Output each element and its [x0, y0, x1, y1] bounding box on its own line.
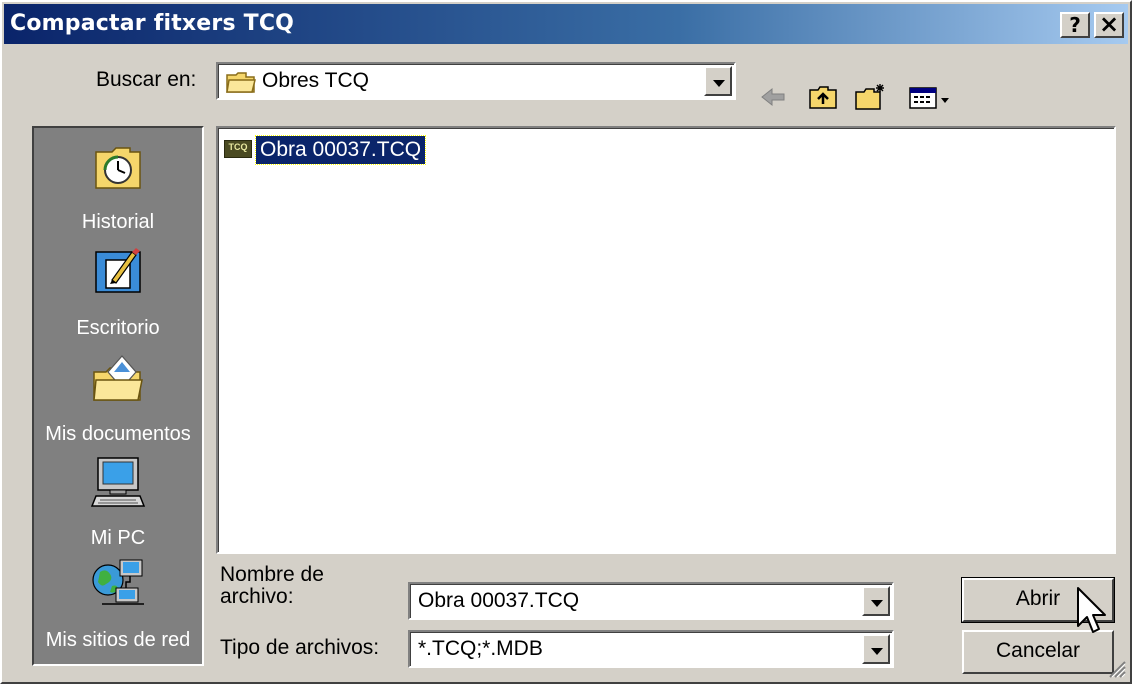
place-network-label: Mis sitios de red	[45, 629, 191, 651]
places-bar: Historial Escritorio Mis documentos Mi P…	[32, 126, 204, 666]
file-list[interactable]: TCQ Obra 00037.TCQ	[216, 126, 1116, 554]
filename-combo[interactable]: Obra 00037.TCQ	[408, 582, 894, 620]
chevron-down-icon	[713, 80, 725, 87]
filename-label-line1: Nombre de	[220, 563, 324, 586]
filename-input[interactable]: Obra 00037.TCQ	[418, 589, 579, 613]
chevron-down-icon	[871, 648, 883, 655]
place-my-computer[interactable]: Mi PC	[34, 450, 202, 554]
place-desktop-label: Escritorio	[76, 317, 160, 339]
up-folder-icon[interactable]	[808, 82, 838, 112]
place-my-documents-label: Mis documentos	[45, 423, 191, 445]
filename-label-line2: archivo:	[220, 585, 294, 608]
my-computer-icon	[90, 456, 146, 508]
look-in-value: Obres TCQ	[262, 69, 369, 92]
title-bar[interactable]: Compactar fitxers TCQ ? ×	[4, 4, 1128, 44]
mouse-cursor-icon	[1076, 586, 1108, 638]
filetype-dropdown-button[interactable]	[862, 634, 890, 664]
place-history-label: Historial	[81, 211, 155, 233]
close-button[interactable]: ×	[1094, 12, 1124, 38]
file-name[interactable]: Obra 00037.TCQ	[254, 135, 427, 165]
place-my-documents[interactable]: Mis documentos	[34, 346, 202, 450]
resize-grip-icon[interactable]	[1106, 658, 1126, 678]
place-desktop[interactable]: Escritorio	[34, 240, 202, 344]
filetype-combo[interactable]: *.TCQ;*.MDB	[408, 630, 894, 668]
filetype-label: Tipo de archivos:	[220, 636, 380, 659]
window-title: Compactar fitxers TCQ	[10, 11, 295, 36]
folder-icon	[226, 70, 256, 94]
desktop-icon	[90, 246, 146, 298]
history-icon	[90, 140, 146, 192]
chevron-down-icon	[871, 600, 883, 607]
look-in-dropdown-button[interactable]	[704, 66, 732, 96]
file-open-dialog: Compactar fitxers TCQ ? × Buscar en: Obr…	[0, 0, 1132, 684]
tcq-file-icon: TCQ	[224, 140, 252, 158]
help-button[interactable]: ?	[1060, 12, 1090, 38]
place-history[interactable]: Historial	[34, 134, 202, 238]
filename-label: Nombre de archivo:	[220, 564, 324, 608]
look-in-label: Buscar en:	[96, 68, 197, 91]
place-my-computer-label: Mi PC	[90, 527, 146, 549]
new-folder-icon[interactable]	[854, 82, 884, 112]
network-places-icon	[90, 558, 146, 610]
look-in-combo[interactable]: Obres TCQ	[216, 62, 736, 100]
filetype-value: *.TCQ;*.MDB	[418, 637, 543, 660]
back-arrow-icon[interactable]	[758, 82, 788, 112]
view-menu-icon[interactable]	[908, 82, 954, 112]
place-network[interactable]: Mis sitios de red	[34, 552, 202, 656]
my-documents-icon	[90, 352, 146, 404]
filename-dropdown-button[interactable]	[862, 586, 890, 616]
